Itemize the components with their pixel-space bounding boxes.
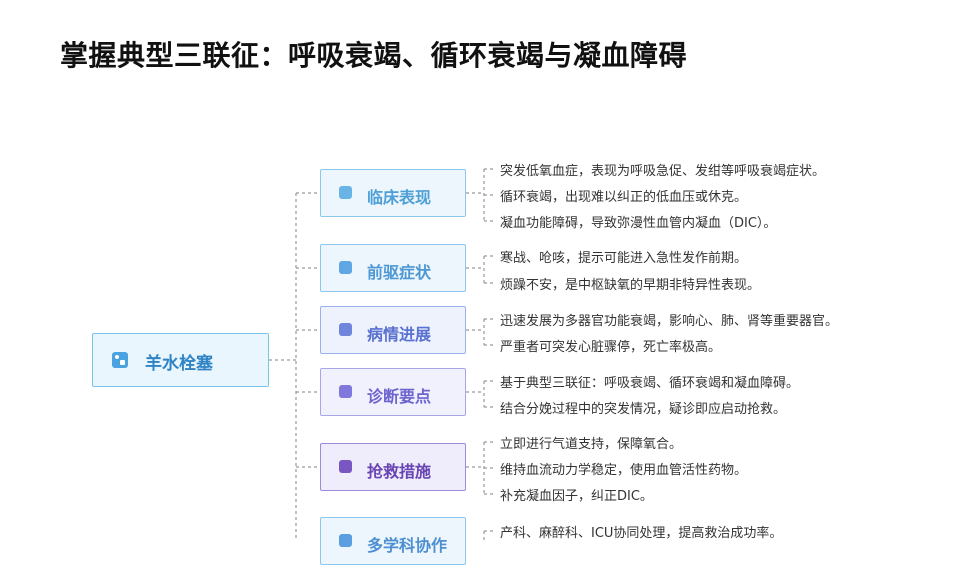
branch-node-diagnosis[interactable]: 诊断要点 — [320, 368, 466, 416]
database-icon — [339, 385, 352, 398]
branch-node-prodrome[interactable]: 前驱症状 — [320, 244, 466, 292]
car-icon — [339, 323, 352, 336]
cart-icon — [339, 261, 352, 274]
leaf-item: 烦躁不安，是中枢缺氧的早期非特异性表现。 — [500, 278, 761, 293]
person-icon — [339, 186, 352, 199]
leaf-item: 凝血功能障碍，导致弥漫性血管内凝血（DIC）。 — [500, 216, 777, 231]
leaf-item: 结合分娩过程中的突发情况，疑诊即应启动抢救。 — [500, 402, 787, 417]
branch-label: 诊断要点 — [367, 387, 432, 406]
branch-node-clinical[interactable]: 临床表现 — [320, 169, 466, 217]
branch-node-mdt[interactable]: 多学科协作 — [320, 517, 466, 565]
branch-node-rescue[interactable]: 抢救措施 — [320, 443, 466, 491]
dashboard-icon — [112, 352, 128, 368]
branch-label: 多学科协作 — [367, 536, 448, 555]
leaf-item: 突发低氧血症，表现为呼吸急促、发绀等呼吸衰竭症状。 — [500, 164, 826, 179]
root-label: 羊水栓塞 — [145, 354, 213, 374]
leaf-item: 立即进行气道支持，保障氧合。 — [500, 437, 683, 452]
yen-icon — [339, 460, 352, 473]
leaf-item: 迅速发展为多器官功能衰竭，影响心、肺、肾等重要器官。 — [500, 314, 839, 329]
mindmap-connectors — [269, 168, 496, 540]
leaf-item: 循环衰竭，出现难以纠正的低血压或休克。 — [500, 190, 748, 205]
database-icon — [339, 534, 352, 547]
root-node[interactable]: 羊水栓塞 — [92, 333, 269, 387]
branch-label: 前驱症状 — [367, 263, 432, 282]
leaf-item: 维持血流动力学稳定，使用血管活性药物。 — [500, 463, 748, 478]
branch-label: 抢救措施 — [367, 462, 432, 481]
leaf-item: 寒战、呛咳，提示可能进入急性发作前期。 — [500, 251, 748, 266]
branch-node-progression[interactable]: 病情进展 — [320, 306, 466, 354]
leaf-item: 严重者可突发心脏骤停，死亡率极高。 — [500, 340, 722, 355]
leaf-item: 补充凝血因子，纠正DIC。 — [500, 489, 653, 504]
branch-label: 病情进展 — [367, 325, 432, 344]
branch-label: 临床表现 — [367, 188, 432, 207]
leaf-item: 产科、麻醉科、ICU协同处理，提高救治成功率。 — [500, 526, 783, 541]
leaf-item: 基于典型三联征：呼吸衰竭、循环衰竭和凝血障碍。 — [500, 376, 800, 391]
